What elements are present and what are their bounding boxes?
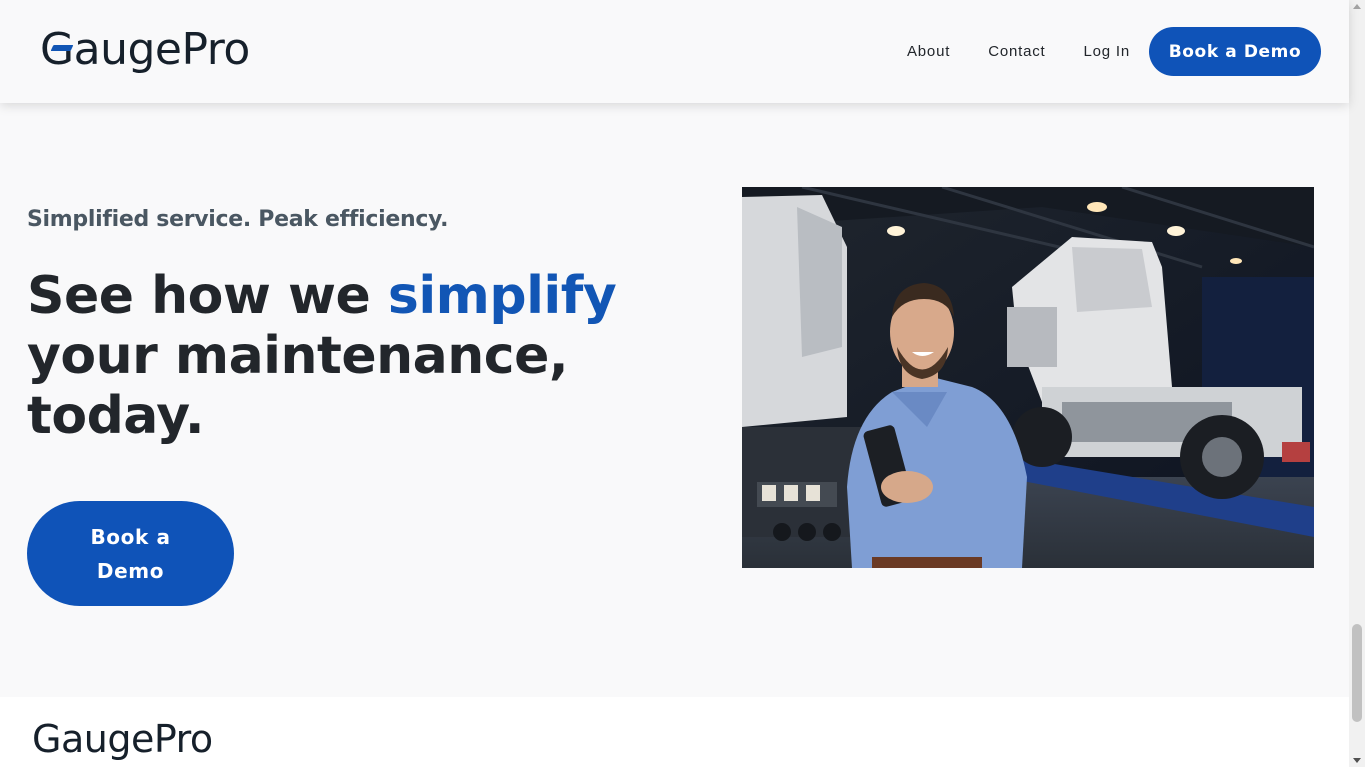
site-footer: GaugePro	[0, 697, 1349, 767]
headline-accent: simplify	[387, 266, 617, 326]
nav-contact-link[interactable]: Contact	[988, 43, 1045, 60]
site-header: GaugePro About Contact Log In Book a Dem…	[0, 0, 1349, 103]
book-demo-button[interactable]: Book a Demo	[1149, 27, 1321, 76]
footer-gaugepro-logo[interactable]: GaugePro	[32, 720, 213, 758]
footer-logo-g-mark: G	[32, 717, 61, 761]
logo-g-mark: G	[40, 28, 74, 72]
hero-book-demo-button[interactable]: Book a Demo	[27, 501, 234, 606]
scrollbar-thumb[interactable]	[1352, 624, 1362, 722]
logo-slash-icon	[50, 45, 74, 51]
hero-headline: See how we simplify your maintenance, to…	[27, 266, 617, 446]
main-nav: About Contact Log In Book a Demo	[907, 27, 1321, 76]
page-scrollbar[interactable]	[1349, 0, 1365, 767]
mechanic-photo-icon	[742, 187, 1314, 568]
hero-photo	[742, 187, 1314, 568]
hero-tagline: Simplified service. Peak efficiency.	[27, 207, 449, 232]
scroll-down-arrow-icon[interactable]	[1353, 758, 1361, 763]
scroll-up-arrow-icon[interactable]	[1353, 4, 1361, 9]
nav-about-link[interactable]: About	[907, 43, 950, 60]
gaugepro-logo[interactable]: GaugePro	[40, 28, 250, 72]
nav-login-link[interactable]: Log In	[1083, 43, 1130, 60]
